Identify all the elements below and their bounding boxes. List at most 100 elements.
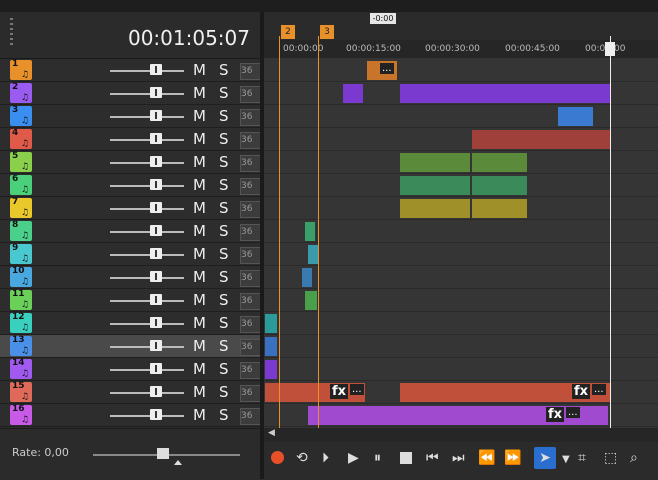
volume-slider-track[interactable] — [110, 415, 184, 417]
volume-slider-track[interactable] — [110, 70, 184, 72]
track-lane[interactable] — [264, 220, 658, 243]
track-lane[interactable] — [264, 358, 658, 381]
track-header[interactable]: 2 ♫ M S 36 — [0, 82, 264, 105]
track-number-badge[interactable]: 14 ♫ — [10, 358, 32, 379]
solo-button[interactable]: S — [219, 337, 229, 355]
solo-button[interactable]: S — [219, 130, 229, 148]
track-lane[interactable] — [264, 312, 658, 335]
volume-slider-track[interactable] — [110, 231, 184, 233]
volume-slider-knob[interactable] — [150, 110, 162, 121]
audio-clip[interactable] — [472, 176, 527, 195]
audio-clip[interactable] — [265, 360, 277, 379]
track-number-badge[interactable]: 2 ♫ — [10, 82, 32, 103]
track-header[interactable]: 13 ♫ M S 36 — [0, 335, 264, 358]
mute-button[interactable]: M — [193, 291, 206, 309]
next-marker-icon[interactable]: ⏭ — [452, 450, 465, 466]
volume-slider-knob[interactable] — [150, 386, 162, 397]
mute-button[interactable]: M — [193, 383, 206, 401]
volume-slider-knob[interactable] — [150, 294, 162, 305]
track-number-badge[interactable]: 13 ♫ — [10, 335, 32, 356]
track-lane[interactable] — [264, 243, 658, 266]
volume-slider-track[interactable] — [110, 93, 184, 95]
audio-clip[interactable] — [558, 107, 593, 126]
rate-slider-knob[interactable] — [157, 448, 169, 459]
track-number-badge[interactable]: 12 ♫ — [10, 312, 32, 333]
track-header[interactable]: 16 ♫ M S 36 — [0, 404, 264, 427]
solo-button[interactable]: S — [219, 107, 229, 125]
mute-button[interactable]: M — [193, 61, 206, 79]
track-header[interactable]: 11 ♫ M S 36 — [0, 289, 264, 312]
zoom-icon[interactable]: ⌕ — [630, 450, 638, 466]
track-number-badge[interactable]: 7 ♫ — [10, 197, 32, 218]
track-number-badge[interactable]: 11 ♫ — [10, 289, 32, 310]
track-number-badge[interactable]: 5 ♫ — [10, 151, 32, 172]
track-header[interactable]: 1 ♫ M S 36 — [0, 59, 264, 82]
volume-slider-knob[interactable] — [150, 156, 162, 167]
marker-3[interactable]: 3 — [320, 25, 334, 39]
mute-button[interactable]: M — [193, 222, 206, 240]
track-number-badge[interactable]: 8 ♫ — [10, 220, 32, 241]
track-header[interactable]: 10 ♫ M S 36 — [0, 266, 264, 289]
play-icon[interactable]: ▶ — [348, 450, 359, 466]
volume-slider-knob[interactable] — [150, 271, 162, 282]
volume-slider-track[interactable] — [110, 185, 184, 187]
loop-icon[interactable]: ⟲ — [296, 450, 308, 466]
mute-button[interactable]: M — [193, 268, 206, 286]
audio-clip[interactable] — [472, 153, 527, 172]
track-header[interactable]: 7 ♫ M S 36 — [0, 197, 264, 220]
audio-clip[interactable] — [305, 222, 315, 241]
audio-clip[interactable] — [308, 245, 318, 264]
track-number-badge[interactable]: 4 ♫ — [10, 128, 32, 149]
mute-button[interactable]: M — [193, 107, 206, 125]
volume-slider-track[interactable] — [110, 369, 184, 371]
track-number-badge[interactable]: 3 ♫ — [10, 105, 32, 126]
clip-more-button[interactable]: ... — [592, 384, 606, 395]
track-number-badge[interactable]: 9 ♫ — [10, 243, 32, 264]
pause-icon[interactable]: ⏸ — [374, 450, 381, 466]
track-number-badge[interactable]: 15 ♫ — [10, 381, 32, 402]
track-header[interactable]: 12 ♫ M S 36 — [0, 312, 264, 335]
volume-slider-knob[interactable] — [150, 87, 162, 98]
clip-more-button[interactable]: ... — [350, 384, 364, 395]
scroll-left-icon[interactable]: ◀ — [268, 428, 275, 438]
volume-slider-knob[interactable] — [150, 225, 162, 236]
mute-button[interactable]: M — [193, 337, 206, 355]
mute-button[interactable]: M — [193, 406, 206, 424]
track-header[interactable]: 8 ♫ M S 36 — [0, 220, 264, 243]
mute-button[interactable]: M — [193, 360, 206, 378]
solo-button[interactable]: S — [219, 61, 229, 79]
solo-button[interactable]: S — [219, 268, 229, 286]
track-header[interactable]: 3 ♫ M S 36 — [0, 105, 264, 128]
record-icon[interactable] — [271, 451, 284, 464]
audio-clip[interactable] — [400, 199, 470, 218]
audio-clip[interactable] — [472, 130, 610, 149]
track-header[interactable]: 4 ♫ M S 36 — [0, 128, 264, 151]
mute-button[interactable]: M — [193, 199, 206, 217]
track-number-badge[interactable]: 16 ♫ — [10, 404, 32, 425]
volume-slider-track[interactable] — [110, 323, 184, 325]
clip-more-button[interactable]: ... — [380, 63, 394, 74]
track-lane[interactable] — [264, 266, 658, 289]
volume-slider-knob[interactable] — [150, 248, 162, 259]
play-from-start-icon[interactable]: ⏵ — [322, 450, 329, 466]
audio-clip[interactable] — [305, 291, 317, 310]
audio-clip[interactable] — [472, 199, 527, 218]
solo-button[interactable]: S — [219, 291, 229, 309]
mute-button[interactable]: M — [193, 130, 206, 148]
audio-clip[interactable] — [265, 314, 277, 333]
prev-marker-icon[interactable]: ⏮ — [426, 450, 439, 466]
drag-handle-icon[interactable] — [10, 18, 13, 46]
mute-button[interactable]: M — [193, 176, 206, 194]
volume-slider-track[interactable] — [110, 139, 184, 141]
solo-button[interactable]: S — [219, 314, 229, 332]
stop-icon[interactable] — [400, 452, 412, 464]
solo-button[interactable]: S — [219, 153, 229, 171]
solo-button[interactable]: S — [219, 406, 229, 424]
volume-slider-track[interactable] — [110, 208, 184, 210]
audio-clip[interactable] — [400, 153, 470, 172]
clip-fx-button[interactable]: fx — [546, 407, 565, 422]
clip-more-button[interactable]: ... — [566, 407, 580, 418]
selection-icon[interactable]: ⬚ — [604, 450, 617, 466]
track-lane[interactable] — [264, 59, 658, 82]
solo-button[interactable]: S — [219, 176, 229, 194]
